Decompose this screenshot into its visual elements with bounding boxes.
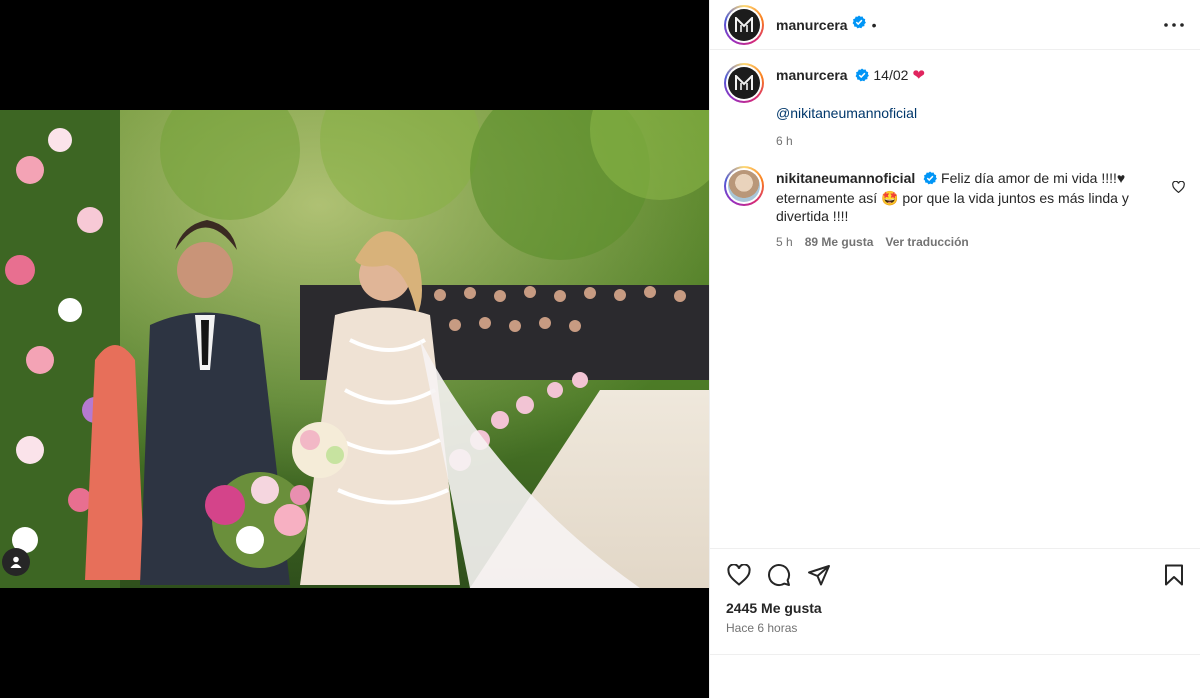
caption: manurcera 14/02 ❤ @nikitaneumannoficial … bbox=[724, 63, 1186, 150]
heart-icon bbox=[727, 564, 751, 586]
action-bar bbox=[726, 561, 1187, 589]
caption-mention-link[interactable]: @nikitaneumannoficial bbox=[776, 104, 1186, 122]
bookmark-icon bbox=[1165, 564, 1183, 586]
more-horizontal-icon bbox=[1164, 22, 1184, 27]
comment-timestamp[interactable]: 5 h bbox=[776, 233, 793, 251]
caption-author-avatar[interactable] bbox=[724, 63, 764, 103]
post-photo[interactable] bbox=[0, 110, 709, 588]
comment-button[interactable] bbox=[766, 562, 792, 588]
author-avatar[interactable] bbox=[724, 4, 764, 45]
divider bbox=[710, 654, 1200, 655]
verified-badge-icon bbox=[923, 171, 938, 189]
heart-emoji: ❤ bbox=[912, 67, 925, 84]
post-media bbox=[0, 0, 709, 698]
translate-link[interactable]: Ver traducción bbox=[885, 233, 968, 251]
likes-count[interactable]: 2445 Me gusta bbox=[726, 600, 1187, 616]
commenter-avatar[interactable] bbox=[724, 166, 764, 206]
comments-section: manurcera 14/02 ❤ @nikitaneumannoficial … bbox=[710, 50, 1200, 251]
commenter-photo bbox=[728, 170, 760, 202]
like-button[interactable] bbox=[726, 562, 752, 588]
header-separator: • bbox=[871, 16, 877, 33]
caption-timestamp[interactable]: 6 h bbox=[776, 132, 793, 150]
tagged-users-button[interactable] bbox=[2, 548, 30, 576]
commenter-username[interactable]: nikitaneumannoficial bbox=[776, 170, 915, 186]
comment-likes[interactable]: 89 Me gusta bbox=[805, 233, 874, 251]
verified-badge-icon bbox=[855, 68, 870, 86]
post-info-panel: manurcera • manurcera 14/02 ❤ @nikitaneu… bbox=[709, 0, 1200, 698]
author-username[interactable]: manurcera bbox=[776, 17, 848, 33]
more-options-button[interactable] bbox=[1162, 13, 1186, 37]
post-header: manurcera • bbox=[710, 0, 1200, 50]
brand-logo-icon bbox=[735, 16, 753, 32]
caption-text: 14/02 bbox=[873, 67, 909, 83]
paper-plane-icon bbox=[808, 565, 830, 586]
post-actions-area: 2445 Me gusta Hace 6 horas bbox=[710, 548, 1200, 635]
post-modal: manurcera • manurcera 14/02 ❤ @nikitaneu… bbox=[0, 0, 1200, 698]
comment-bubble-icon bbox=[768, 564, 791, 587]
post-timestamp[interactable]: Hace 6 horas bbox=[726, 621, 1187, 635]
caption-username[interactable]: manurcera bbox=[776, 67, 848, 83]
comment-like-button[interactable] bbox=[1172, 180, 1186, 194]
save-button[interactable] bbox=[1161, 562, 1187, 588]
verified-badge-icon bbox=[852, 15, 866, 34]
user-tag-icon bbox=[10, 556, 22, 568]
share-button[interactable] bbox=[806, 562, 832, 588]
brand-logo-icon bbox=[735, 75, 753, 90]
heart-outline-icon bbox=[1172, 180, 1185, 194]
comment-item: nikitaneumannoficial Feliz día amor de m… bbox=[724, 166, 1186, 251]
wedding-photo-illustration bbox=[0, 110, 709, 588]
